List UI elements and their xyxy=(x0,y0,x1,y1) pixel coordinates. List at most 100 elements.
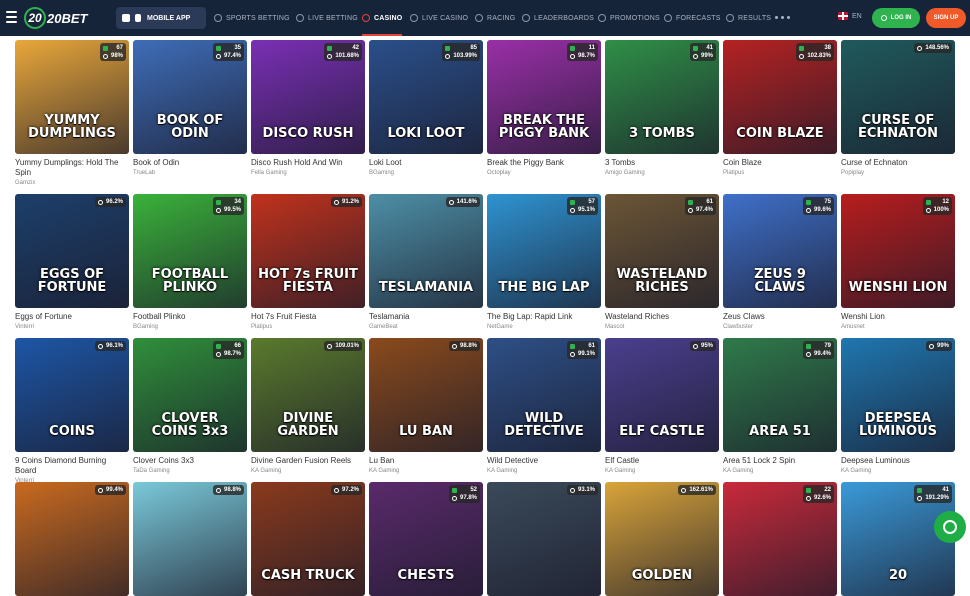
game-name[interactable]: Curse of Echnaton xyxy=(841,158,955,168)
game-thumbnail[interactable]: DISCO RUSH 42 101.68% xyxy=(251,40,365,154)
game-card[interactable]: CLOVER COINS 3x3 66 98.7% Clover Coins 3x3 T… xyxy=(133,338,247,486)
game-card[interactable]: WASTELAND RICHES 61 97.4% Wasteland Riches M… xyxy=(605,194,719,342)
nav-results[interactable]: RESULTS xyxy=(726,0,771,36)
game-card[interactable]: WENSHI LION 12 100% Wenshi Lion Amusnet xyxy=(841,194,955,342)
game-card[interactable]: WILD DETECTIVE 61 99.1% Wild Detective KA Ga… xyxy=(487,338,601,486)
game-name[interactable]: Loki Loot xyxy=(369,158,483,168)
game-name[interactable]: Wasteland Riches xyxy=(605,312,719,322)
game-card[interactable]: 3 TOMBS 41 99% 3 Tombs Amigo Gaming xyxy=(605,40,719,188)
game-card[interactable]: COIN BLAZE 38 102.83% Coin Blaze Platipus xyxy=(723,40,837,188)
game-card[interactable]: TESLAMANIA 141.6% Teslamania GameBeat xyxy=(369,194,483,342)
game-thumbnail[interactable]: WENSHI LION 12 100% xyxy=(841,194,955,308)
game-thumbnail[interactable]: EGGS OF FORTUNE 96.2% xyxy=(15,194,129,308)
nav-racing[interactable]: RACING xyxy=(475,0,515,36)
signup-button[interactable]: SIGN UP xyxy=(926,8,966,28)
game-thumbnail[interactable]: CURSE OF ECHNATON 148.56% xyxy=(841,40,955,154)
game-thumbnail[interactable]: TESLAMANIA 141.6% xyxy=(369,194,483,308)
game-card[interactable]: ELF CASTLE 95% Elf Castle KA Gaming xyxy=(605,338,719,486)
nav-sports-betting[interactable]: SPORTS BETTING xyxy=(214,0,290,36)
game-card[interactable]: COINS 96.1% 9 Coins Diamond Burning Board V… xyxy=(15,338,129,486)
game-name[interactable]: Clover Coins 3x3 xyxy=(133,456,247,466)
game-thumbnail[interactable]: WASTELAND RICHES 61 97.4% xyxy=(605,194,719,308)
game-name[interactable]: Wenshi Lion xyxy=(841,312,955,322)
game-thumbnail[interactable]: CLOVER COINS 3x3 66 98.7% xyxy=(133,338,247,452)
game-thumbnail[interactable]: DEEPSEA LUMINOUS 99% xyxy=(841,338,955,452)
game-name[interactable]: Wild Detective xyxy=(487,456,601,466)
game-card[interactable]: 93.1% xyxy=(487,482,601,596)
game-card[interactable]: CURSE OF ECHNATON 148.56% Curse of Echnato… xyxy=(841,40,955,188)
game-card[interactable]: FOOTBALL PLINKO 34 99.5% Football Plinko BGa… xyxy=(133,194,247,342)
game-thumbnail[interactable]: CASH TRUCK 97.2% xyxy=(251,482,365,596)
game-card[interactable]: HOT 7s FRUIT FIESTA 91.2% Hot 7s Fruit Fie… xyxy=(251,194,365,342)
game-name[interactable]: Area 51 Lock 2 Spin xyxy=(723,456,837,466)
game-thumbnail[interactable]: HOT 7s FRUIT FIESTA 91.2% xyxy=(251,194,365,308)
game-thumbnail[interactable]: LOKI LOOT 85 103.99% xyxy=(369,40,483,154)
game-card[interactable]: 22 92.6% xyxy=(723,482,837,596)
game-thumbnail[interactable]: COINS 96.1% xyxy=(15,338,129,452)
game-card[interactable]: BREAK THE PIGGY BANK 11 98.7% Break the Pig… xyxy=(487,40,601,188)
game-card[interactable]: DEEPSEA LUMINOUS 99% Deepsea Luminous KA Ga… xyxy=(841,338,955,486)
game-thumbnail[interactable]: 22 92.6% xyxy=(723,482,837,596)
game-card[interactable]: GOLDEN 162.61% xyxy=(605,482,719,596)
game-name[interactable]: Teslamania xyxy=(369,312,483,322)
nav-leaderboards[interactable]: LEADERBOARDS xyxy=(522,0,594,36)
game-name[interactable]: Elf Castle xyxy=(605,456,719,466)
game-name[interactable]: Book of Odin xyxy=(133,158,247,168)
game-thumbnail[interactable]: DIVINE GARDEN 109.01% xyxy=(251,338,365,452)
site-logo[interactable]: 20 20BET xyxy=(24,7,87,29)
nav-promotions[interactable]: PROMOTIONS xyxy=(598,0,660,36)
game-card[interactable]: BOOK OF ODIN 35 97.4% Book of Odin TrueLab xyxy=(133,40,247,188)
game-card[interactable]: LU BAN 98.8% Lu Ban KA Gaming xyxy=(369,338,483,486)
game-thumbnail[interactable]: 3 TOMBS 41 99% xyxy=(605,40,719,154)
game-card[interactable]: EGGS OF FORTUNE 96.2% Eggs of Fortune Vinte… xyxy=(15,194,129,342)
game-thumbnail[interactable]: WILD DETECTIVE 61 99.1% xyxy=(487,338,601,452)
game-card[interactable]: YUMMY DUMPLINGS 67 98% Yummy Dumplings: Hol… xyxy=(15,40,129,188)
game-thumbnail[interactable]: BOOK OF ODIN 35 97.4% xyxy=(133,40,247,154)
game-name[interactable]: 3 Tombs xyxy=(605,158,719,168)
game-name[interactable]: Break the Piggy Bank xyxy=(487,158,601,168)
chat-button[interactable] xyxy=(934,511,966,543)
nav-live-betting[interactable]: LIVE BETTING xyxy=(296,0,358,36)
game-card[interactable]: DIVINE GARDEN 109.01% Divine Garden Fusion… xyxy=(251,338,365,486)
mobile-app-button[interactable]: MOBILE APP xyxy=(116,7,206,29)
game-name[interactable]: Eggs of Fortune xyxy=(15,312,129,322)
nav-forecasts[interactable]: FORECASTS xyxy=(664,0,721,36)
game-name[interactable]: Hot 7s Fruit Fiesta xyxy=(251,312,365,322)
game-thumbnail[interactable]: BREAK THE PIGGY BANK 11 98.7% xyxy=(487,40,601,154)
hamburger-menu-icon[interactable] xyxy=(6,11,17,24)
game-thumbnail[interactable]: ELF CASTLE 95% xyxy=(605,338,719,452)
game-thumbnail[interactable]: LU BAN 98.8% xyxy=(369,338,483,452)
game-thumbnail[interactable]: COIN BLAZE 38 102.83% xyxy=(723,40,837,154)
game-thumbnail[interactable]: 98.8% xyxy=(133,482,247,596)
game-name[interactable]: Football Plinko xyxy=(133,312,247,322)
nav-casino[interactable]: CASINO xyxy=(362,0,403,36)
game-name[interactable]: Coin Blaze xyxy=(723,158,837,168)
game-thumbnail[interactable]: 93.1% xyxy=(487,482,601,596)
game-thumbnail[interactable]: THE BIG LAP 57 95.1% xyxy=(487,194,601,308)
game-thumbnail[interactable]: 20 41 191.29% xyxy=(841,482,955,596)
game-card[interactable]: CASH TRUCK 97.2% xyxy=(251,482,365,596)
game-card[interactable]: THE BIG LAP 57 95.1% The Big Lap: Rapid Lin… xyxy=(487,194,601,342)
game-name[interactable]: Deepsea Luminous xyxy=(841,456,955,466)
game-thumbnail[interactable]: FOOTBALL PLINKO 34 99.5% xyxy=(133,194,247,308)
game-card[interactable]: 98.8% xyxy=(133,482,247,596)
game-card[interactable]: LOKI LOOT 85 103.99% Loki Loot BGaming xyxy=(369,40,483,188)
more-menu-icon[interactable] xyxy=(775,16,793,19)
nav-live-casino[interactable]: LIVE CASINO xyxy=(410,0,468,36)
game-thumbnail[interactable]: ZEUS 9 CLAWS 75 99.6% xyxy=(723,194,837,308)
game-name[interactable]: Zeus Claws xyxy=(723,312,837,322)
game-name[interactable]: The Big Lap: Rapid Link xyxy=(487,312,601,322)
game-thumbnail[interactable]: CHESTS 52 97.8% xyxy=(369,482,483,596)
login-button[interactable]: LOG IN xyxy=(872,8,920,28)
game-thumbnail[interactable]: AREA 51 79 99.4% xyxy=(723,338,837,452)
game-thumbnail[interactable]: GOLDEN 162.61% xyxy=(605,482,719,596)
game-card[interactable]: AREA 51 79 99.4% Area 51 Lock 2 Spin KA Gami… xyxy=(723,338,837,486)
game-name[interactable]: Yummy Dumplings: Hold The Spin xyxy=(15,158,129,178)
game-name[interactable]: Disco Rush Hold And Win xyxy=(251,158,365,168)
game-name[interactable]: 9 Coins Diamond Burning Board xyxy=(15,456,129,476)
game-name[interactable]: Divine Garden Fusion Reels xyxy=(251,456,365,466)
game-name[interactable]: Lu Ban xyxy=(369,456,483,466)
game-card[interactable]: ZEUS 9 CLAWS 75 99.6% Zeus Claws Clawbuster xyxy=(723,194,837,342)
game-card[interactable]: 99.4% xyxy=(15,482,129,596)
game-thumbnail[interactable]: 99.4% xyxy=(15,482,129,596)
